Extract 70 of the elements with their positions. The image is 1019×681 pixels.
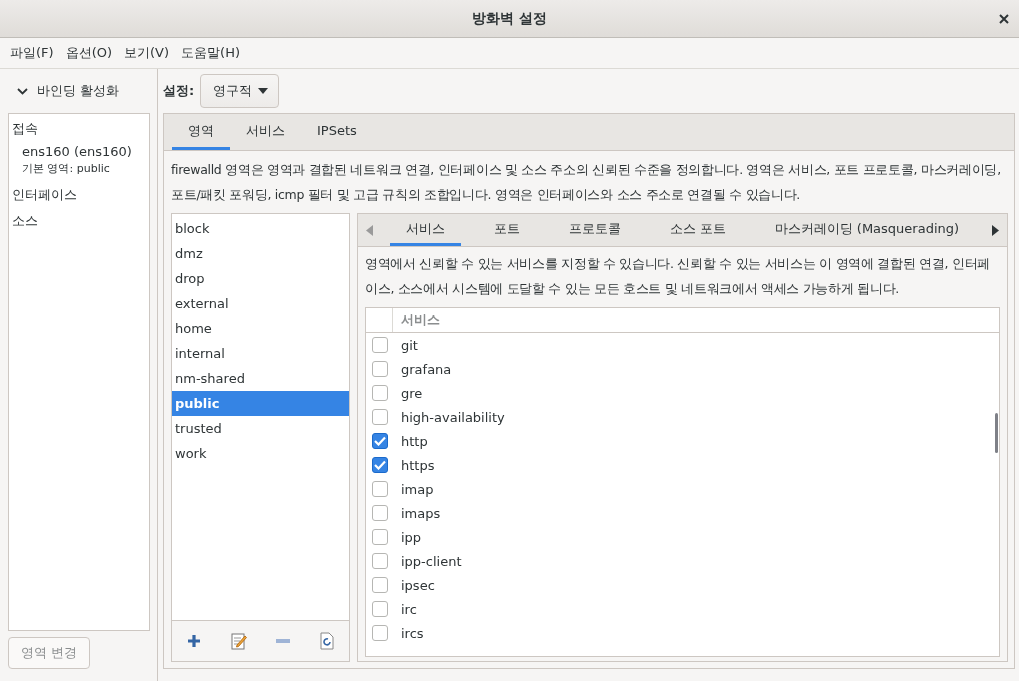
zone-item[interactable]: trusted [172,416,349,441]
menu-item[interactable]: 파일(F) [8,44,64,62]
checkbox[interactable] [372,625,388,641]
service-name: https [401,457,435,473]
zone-item[interactable]: home [172,316,349,341]
scrollbar[interactable] [995,413,998,453]
menu-item[interactable]: 옵션(O) [63,44,122,62]
connection-name[interactable]: ens160 (ens160) [22,144,146,159]
close-icon[interactable] [999,14,1009,24]
tab[interactable]: 서비스 [389,214,461,246]
window-title: 방화벽 설정 [472,9,547,28]
tab[interactable]: 프로토콜 [552,214,637,246]
tab[interactable]: 소스 포트 [653,214,742,246]
tab[interactable]: IPSets [301,114,373,150]
tab[interactable]: 서비스 [230,114,301,150]
service-name: high-availability [401,409,505,425]
description-text: firewalld 영역은 영역과 결합된 네트워크 연결, 인터페이스 및 소스 주소의 신뢰된 수준을 정의합니다. 영역은 서비스, 포트 프로토콜, 마스커레이딩, 포트/패킷 포워딩, icmp 필터 및 고급 규칙의 조합입니다. 영역은 인터페이스와 소스 주소로 연결될 수 있습니다. [171,161,1002,204]
zone-item[interactable]: public [172,391,349,416]
checkbox[interactable] [372,385,388,401]
service-name: http [401,433,428,449]
service-name: imaps [401,505,441,521]
zone-item[interactable]: internal [172,341,349,366]
menu-item[interactable]: 도움말(H) [179,44,250,62]
checkbox[interactable] [372,577,388,593]
scroll-left-icon[interactable] [366,224,373,236]
config-dropdown[interactable]: 영구적 [200,74,280,108]
zone-item[interactable]: block [172,216,349,241]
edit-icon[interactable] [230,632,247,650]
service-name: irc [401,601,417,617]
zone-item[interactable]: work [172,441,349,466]
description-text: 영역에서 신뢰할 수 있는 서비스를 지정할 수 있습니다. 신뢰할 수 있는 서비스는 이 영역에 결합된 연결, 인터페이스, 소스에서 시스템에 도달할 수 있는 모든 호스트 및 네트워크에서 액세스 가능하게 됩니다. [365,255,991,298]
service-name: ipsec [401,577,435,593]
checkbox[interactable] [372,457,388,473]
section-heading: 인터페이스 [12,186,78,204]
add-icon[interactable] [186,634,201,648]
checkbox[interactable] [372,505,388,521]
expander-label: 바인딩 활성화 [37,82,120,100]
service-name: git [401,337,418,353]
tab[interactable]: 포트 [477,214,536,246]
remove-icon[interactable] [276,639,291,643]
zone-item[interactable]: drop [172,266,349,291]
menu-item[interactable]: 보기(V) [122,44,180,62]
reload-icon[interactable] [320,632,335,650]
service-name: ircs [401,625,424,641]
zone-item[interactable]: dmz [172,241,349,266]
service-name: ipp-client [401,553,462,569]
caret-icon [258,88,269,94]
checkbox[interactable] [372,553,388,569]
service-name: imap [401,481,434,497]
service-name: gre [401,385,423,401]
checkbox[interactable] [372,481,388,497]
zone-item[interactable]: external [172,291,349,316]
checkbox[interactable] [372,601,388,617]
checkbox[interactable] [372,529,388,545]
tab[interactable]: 마스커레이딩 (Masquerading) [758,214,976,246]
section-heading: 소스 [12,212,39,230]
config-label: 설정: [163,82,195,100]
connection-zone: 기본 영역: public [22,161,111,176]
zone-item[interactable]: nm-shared [172,366,349,391]
section-heading: 접속 [12,120,39,138]
checkbox[interactable] [372,361,388,377]
service-name: grafana [401,361,452,377]
expander[interactable]: 바인딩 활성화 [8,69,150,113]
scroll-right-icon[interactable] [991,224,999,236]
tab[interactable]: 영역 [172,114,230,150]
checkbox[interactable] [372,337,388,353]
chevron-icon [17,87,28,95]
checkbox[interactable] [372,433,388,449]
service-name: ipp [401,529,422,545]
checkbox[interactable] [372,409,388,425]
